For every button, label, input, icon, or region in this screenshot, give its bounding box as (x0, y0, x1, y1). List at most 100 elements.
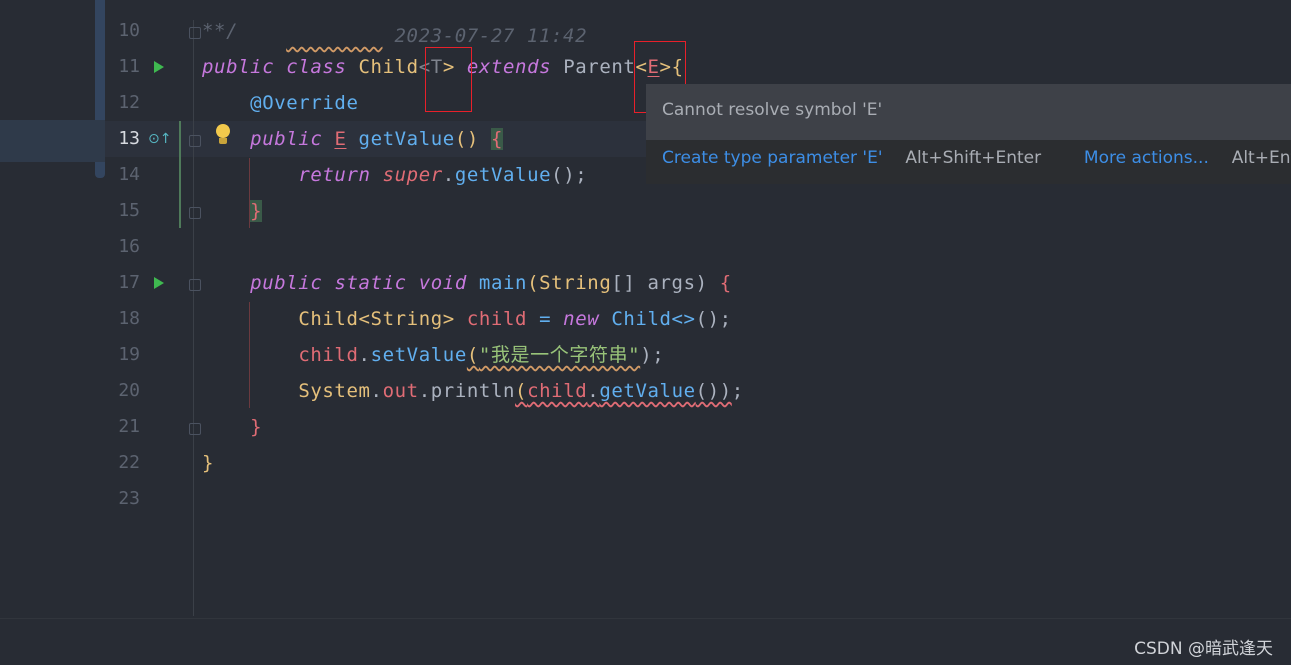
code-token: ( (527, 272, 540, 294)
code-token: super (382, 164, 443, 186)
code-token: } (250, 200, 263, 222)
code-token: Parent (563, 56, 636, 78)
code-token: ( (515, 380, 528, 402)
code-token: getValue (454, 164, 552, 186)
code-text: @Override (202, 85, 359, 121)
code-token: ()) (695, 380, 732, 402)
code-token: static (334, 272, 419, 294)
code-token: . (442, 164, 455, 186)
annotation-box-t (425, 47, 472, 112)
more-actions-link[interactable]: More actions... (1084, 148, 1209, 168)
code-line[interactable]: 16 (0, 229, 1291, 265)
code-token: } (202, 452, 215, 474)
code-token: new (563, 308, 612, 330)
code-line[interactable]: 18 Child<String> child = new Child<>(); (0, 301, 1291, 337)
code-token: void (418, 272, 479, 294)
fold-icon[interactable] (189, 27, 201, 39)
code-token: Child<> (611, 308, 696, 330)
code-line[interactable]: 20 System.out.println(child.getValue()); (0, 373, 1291, 409)
create-type-parameter-link[interactable]: Create type parameter 'E' (662, 148, 883, 168)
code-editor[interactable]: 2023-07-27 11:42 10 **/11 public class Chi… (0, 0, 1291, 620)
override-icon[interactable]: ⊙↑ (148, 131, 171, 147)
code-token: child (527, 380, 588, 402)
code-token: . (358, 344, 371, 366)
code-text: } (202, 409, 262, 445)
code-text: } (202, 445, 214, 481)
lightbulb-base (219, 138, 227, 144)
code-text: public static void main(String[] args) { (202, 265, 732, 301)
code-token: child (466, 308, 540, 330)
code-token: E (334, 128, 347, 150)
code-token: class (286, 56, 359, 78)
fold-icon[interactable] (189, 279, 201, 291)
indent-guide (249, 302, 250, 408)
code-token: out (382, 380, 419, 402)
code-token: . (587, 380, 600, 402)
line-number: 15 (118, 200, 140, 221)
create-shortcut: Alt+Shift+Enter (905, 148, 1042, 168)
code-line[interactable]: 23 (0, 481, 1291, 517)
line-number: 11 (118, 56, 140, 77)
code-token: child (298, 344, 359, 366)
code-token: { (719, 272, 732, 294)
fold-icon[interactable] (189, 207, 201, 219)
code-token: public (202, 56, 287, 78)
code-token: println (430, 380, 516, 402)
code-text: return super.getValue(); (202, 157, 587, 193)
code-token: () (454, 128, 491, 150)
code-token: **/ (202, 20, 239, 42)
line-number: 22 (118, 452, 140, 473)
line-number: 17 (118, 272, 140, 293)
fold-icon[interactable] (189, 423, 201, 435)
error-message: Cannot resolve symbol 'E' (662, 100, 883, 120)
line-number: 19 (118, 344, 140, 365)
lightbulb-icon[interactable] (216, 124, 230, 138)
line-number: 16 (118, 236, 140, 257)
more-actions-shortcut: Alt+Enter (1231, 148, 1291, 168)
code-text: **/ (202, 13, 238, 49)
code-token: System (298, 380, 371, 402)
popup-header: Cannot resolve symbol 'E' (646, 84, 1291, 140)
code-token: setValue (370, 344, 467, 366)
code-text: Child<String> child = new Child<>(); (202, 301, 732, 337)
run-icon[interactable] (154, 277, 164, 289)
code-token: main (478, 272, 528, 294)
code-token: } (250, 416, 263, 438)
run-icon[interactable] (154, 61, 164, 73)
code-text: System.out.println(child.getValue()); (202, 373, 744, 409)
watermark: CSDN @暗武逢天 (1134, 639, 1273, 659)
code-token: public (250, 272, 335, 294)
code-token: return (298, 164, 383, 186)
code-text: } (202, 193, 263, 229)
error-popup: Cannot resolve symbol 'E' Create type pa… (646, 84, 1291, 184)
code-token: = (539, 308, 564, 330)
code-token: "我是一个字符串" (478, 344, 641, 366)
status-bar (0, 618, 1291, 665)
code-token: extends (466, 56, 564, 78)
popup-actions: Create type parameter 'E' Alt+Shift+Ente… (662, 148, 1291, 168)
code-token: (); (551, 164, 588, 186)
code-token: String (539, 272, 612, 294)
code-line[interactable]: 19 child.setValue("我是一个字符串"); (0, 337, 1291, 373)
indent-guide (249, 158, 250, 228)
fold-icon[interactable] (189, 135, 201, 147)
code-token: . (418, 380, 431, 402)
code-token: ; (731, 380, 744, 402)
code-token: ( (466, 344, 479, 366)
code-token: public (250, 128, 335, 150)
code-token: @Override (202, 92, 359, 114)
code-token: (); (695, 308, 732, 330)
line-number: 23 (118, 488, 140, 509)
code-token: { (490, 128, 504, 150)
code-line[interactable]: 22} (0, 445, 1291, 481)
line-number: 14 (118, 164, 140, 185)
code-token: getValue (358, 128, 455, 150)
